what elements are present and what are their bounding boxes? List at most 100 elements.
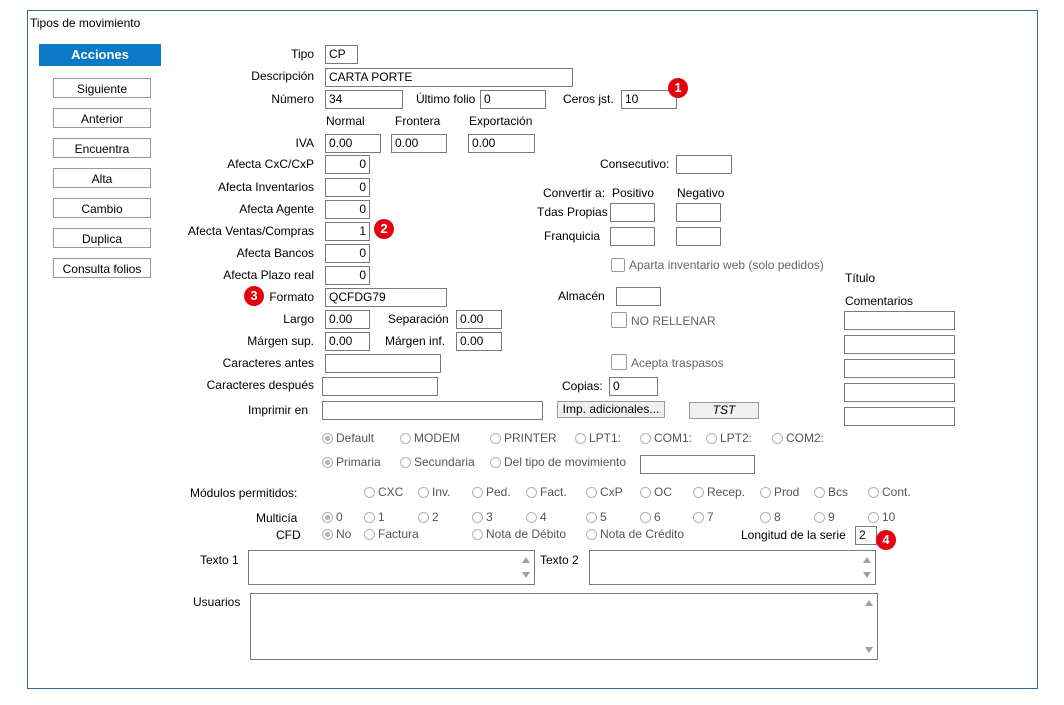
franquicia-negativo-field[interactable] xyxy=(676,227,721,246)
texto1-textarea[interactable] xyxy=(248,550,535,585)
tdas-propias-negativo-field[interactable] xyxy=(676,203,721,222)
formato-field[interactable]: QCFDG79 xyxy=(325,288,447,307)
iva-normal-field[interactable]: 0.00 xyxy=(325,134,381,153)
afecta-inventarios-field[interactable]: 0 xyxy=(325,178,370,197)
source-radio-secundaria[interactable]: Secundaria xyxy=(400,455,475,469)
consecutivo-field[interactable] xyxy=(676,155,732,174)
margen-sup-field[interactable]: 0.00 xyxy=(325,332,370,351)
margen-inf-field[interactable]: 0.00 xyxy=(456,332,502,351)
multicia-0[interactable]: 0 xyxy=(322,510,343,524)
comentario-field-1[interactable] xyxy=(844,311,955,330)
find-button[interactable]: Encuentra xyxy=(53,138,151,158)
port-radio-lpt2[interactable]: LPT2: xyxy=(706,431,752,445)
margen-inf-label: Márgen inf. xyxy=(385,334,446,348)
consult-folios-button[interactable]: Consulta folios xyxy=(53,258,151,278)
no-rellenar-checkbox[interactable]: NO RELLENAR xyxy=(611,312,716,328)
separacion-field[interactable]: 0.00 xyxy=(456,310,502,329)
numero-field[interactable]: 34 xyxy=(325,90,403,109)
usuarios-textarea[interactable] xyxy=(250,593,878,660)
tipo-movimiento-field[interactable] xyxy=(640,455,755,474)
iva-exportacion-field[interactable]: 0.00 xyxy=(468,134,535,153)
aparta-inventario-checkbox[interactable]: Aparta inventario web (solo pedidos) xyxy=(611,258,824,272)
add-button[interactable]: Alta xyxy=(53,168,151,188)
multicia-3[interactable]: 3 xyxy=(472,510,493,524)
port-radio-printer[interactable]: PRINTER xyxy=(490,431,557,445)
modulo-oc[interactable]: OC xyxy=(640,485,672,499)
texto2-textarea[interactable] xyxy=(589,550,876,585)
modulo-cxp[interactable]: CxP xyxy=(586,485,623,499)
largo-field[interactable]: 0.00 xyxy=(325,310,370,329)
scroll-down-icon[interactable] xyxy=(865,647,873,653)
multicia-10[interactable]: 10 xyxy=(868,510,895,524)
modulo-bcs[interactable]: Bcs xyxy=(814,485,848,499)
modulo-recep[interactable]: Recep. xyxy=(693,485,745,499)
cfd-nota-debito[interactable]: Nota de Débito xyxy=(472,527,566,541)
comentario-field-4[interactable] xyxy=(844,383,955,402)
scroll-up-icon[interactable] xyxy=(522,557,530,563)
modulo-cxc[interactable]: CXC xyxy=(364,485,403,499)
ultimo-folio-field[interactable]: 0 xyxy=(480,90,546,109)
imp-adicionales-button[interactable]: Imp. adicionales... xyxy=(557,401,665,418)
port-radio-com2[interactable]: COM2: xyxy=(772,431,824,445)
afecta-plazo-field[interactable]: 0 xyxy=(325,266,370,285)
acepta-traspasos-checkbox[interactable]: Acepta traspasos xyxy=(611,354,724,370)
actions-header: Acciones xyxy=(39,44,161,66)
source-radio-tipo-movimiento[interactable]: Del tipo de movimiento xyxy=(490,455,626,469)
port-radio-default[interactable]: Default xyxy=(322,431,374,445)
multicia-8[interactable]: 8 xyxy=(760,510,781,524)
almacen-field[interactable] xyxy=(616,287,661,306)
previous-button[interactable]: Anterior xyxy=(53,108,151,128)
afecta-cxc-field[interactable]: 0 xyxy=(325,155,370,174)
modulo-cont[interactable]: Cont. xyxy=(868,485,911,499)
port-radio-modem[interactable]: MODEM xyxy=(400,431,460,445)
port-radio-com1[interactable]: COM1: xyxy=(640,431,692,445)
radio-dot xyxy=(693,512,704,523)
longitud-serie-field[interactable]: 2 xyxy=(855,526,877,545)
modulo-inv[interactable]: Inv. xyxy=(418,485,450,499)
franquicia-positivo-field[interactable] xyxy=(610,227,655,246)
tipo-field[interactable]: CP xyxy=(325,45,358,64)
afecta-agente-field[interactable]: 0 xyxy=(325,200,370,219)
multicia-1[interactable]: 1 xyxy=(364,510,385,524)
port-radio-lpt1[interactable]: LPT1: xyxy=(575,431,621,445)
multicia-9[interactable]: 9 xyxy=(814,510,835,524)
afecta-bancos-field[interactable]: 0 xyxy=(325,244,370,263)
cfd-factura[interactable]: Factura xyxy=(364,527,419,541)
scroll-down-icon[interactable] xyxy=(522,572,530,578)
next-button[interactable]: Siguiente xyxy=(53,78,151,98)
descripcion-field[interactable]: CARTA PORTE xyxy=(325,68,573,87)
texto1-scrollbar[interactable] xyxy=(518,551,534,584)
tdas-propias-positivo-field[interactable] xyxy=(610,203,655,222)
modulo-ped[interactable]: Ped. xyxy=(472,485,511,499)
source-radio-primaria[interactable]: Primaria xyxy=(322,455,381,469)
duplicate-button[interactable]: Duplica xyxy=(53,228,151,248)
radio-label: Ped. xyxy=(486,485,511,499)
modulo-prod[interactable]: Prod xyxy=(760,485,799,499)
radio-dot xyxy=(400,457,411,468)
copias-field[interactable]: 0 xyxy=(609,377,658,396)
multicia-6[interactable]: 6 xyxy=(640,510,661,524)
multicia-2[interactable]: 2 xyxy=(418,510,439,524)
comentario-field-3[interactable] xyxy=(844,359,955,378)
texto2-scrollbar[interactable] xyxy=(859,551,875,584)
afecta-ventas-field[interactable]: 1 xyxy=(325,222,370,241)
imprimir-en-field[interactable] xyxy=(322,401,543,420)
afecta-ventas-label: Afecta Ventas/Compras xyxy=(187,224,314,238)
cfd-nota-credito[interactable]: Nota de Crédito xyxy=(586,527,684,541)
scroll-down-icon[interactable] xyxy=(863,572,871,578)
iva-frontera-field[interactable]: 0.00 xyxy=(391,134,447,153)
scroll-up-icon[interactable] xyxy=(863,557,871,563)
comentario-field-5[interactable] xyxy=(844,407,955,426)
change-button[interactable]: Cambio xyxy=(53,198,151,218)
comentario-field-2[interactable] xyxy=(844,335,955,354)
modulo-fact[interactable]: Fact. xyxy=(526,485,567,499)
multicia-7[interactable]: 7 xyxy=(693,510,714,524)
usuarios-scrollbar[interactable] xyxy=(861,594,877,659)
cfd-no[interactable]: No xyxy=(322,527,351,541)
multicia-5[interactable]: 5 xyxy=(586,510,607,524)
tst-button[interactable]: TST xyxy=(689,402,759,419)
scroll-up-icon[interactable] xyxy=(865,600,873,606)
caracteres-despues-field[interactable] xyxy=(322,377,438,396)
multicia-4[interactable]: 4 xyxy=(526,510,547,524)
caracteres-antes-field[interactable] xyxy=(325,354,441,373)
